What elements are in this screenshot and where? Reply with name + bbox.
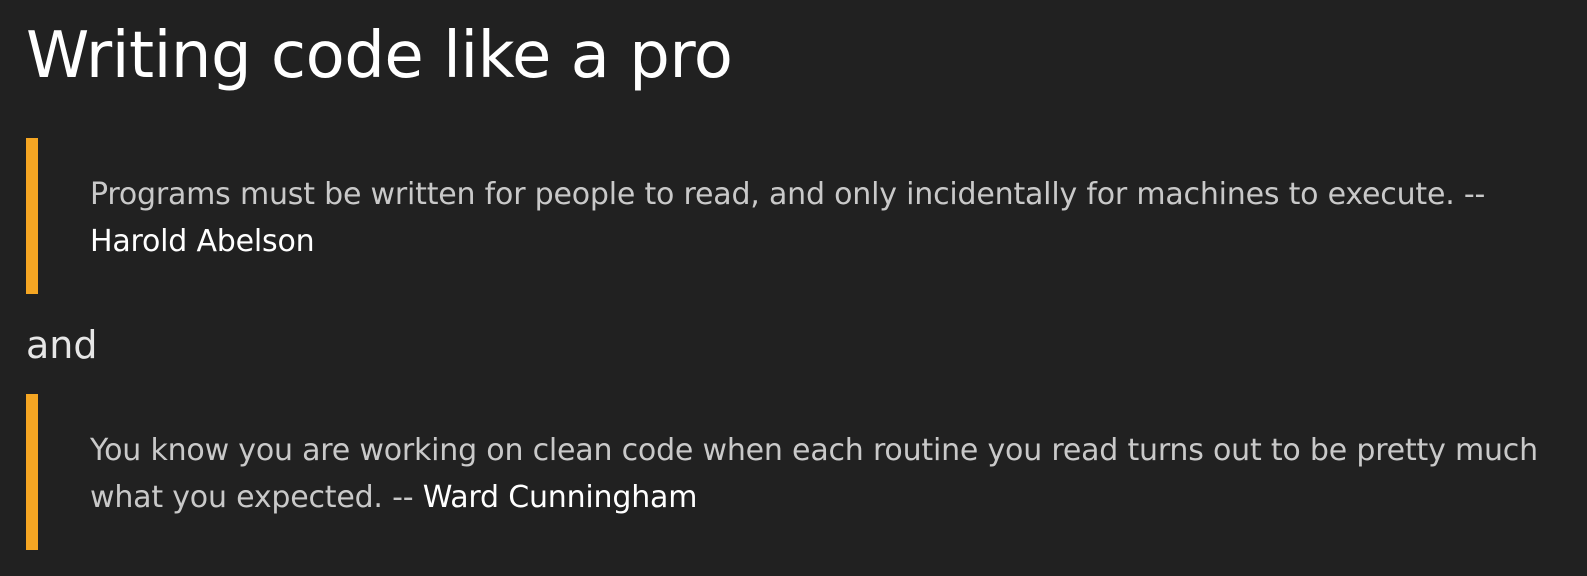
quote-accent-bar [26, 138, 38, 294]
quote-text: Programs must be written for people to r… [90, 177, 1486, 212]
quote-paragraph: Programs must be written for people to r… [90, 171, 1541, 265]
quote-text: You know you are working on clean code w… [90, 433, 1538, 515]
blockquote-cunningham: You know you are working on clean code w… [26, 394, 1561, 550]
quote-accent-bar [26, 394, 38, 550]
page-title: Writing code like a pro [26, 19, 733, 93]
quote-author: Harold Abelson [90, 224, 315, 259]
quote-paragraph: You know you are working on clean code w… [90, 427, 1541, 521]
page: Writing code like a pro Programs must be… [0, 0, 1587, 576]
blockquote-abelson: Programs must be written for people to r… [26, 138, 1561, 294]
quote-author: Ward Cunningham [422, 480, 698, 515]
connector-text: and [26, 323, 98, 367]
